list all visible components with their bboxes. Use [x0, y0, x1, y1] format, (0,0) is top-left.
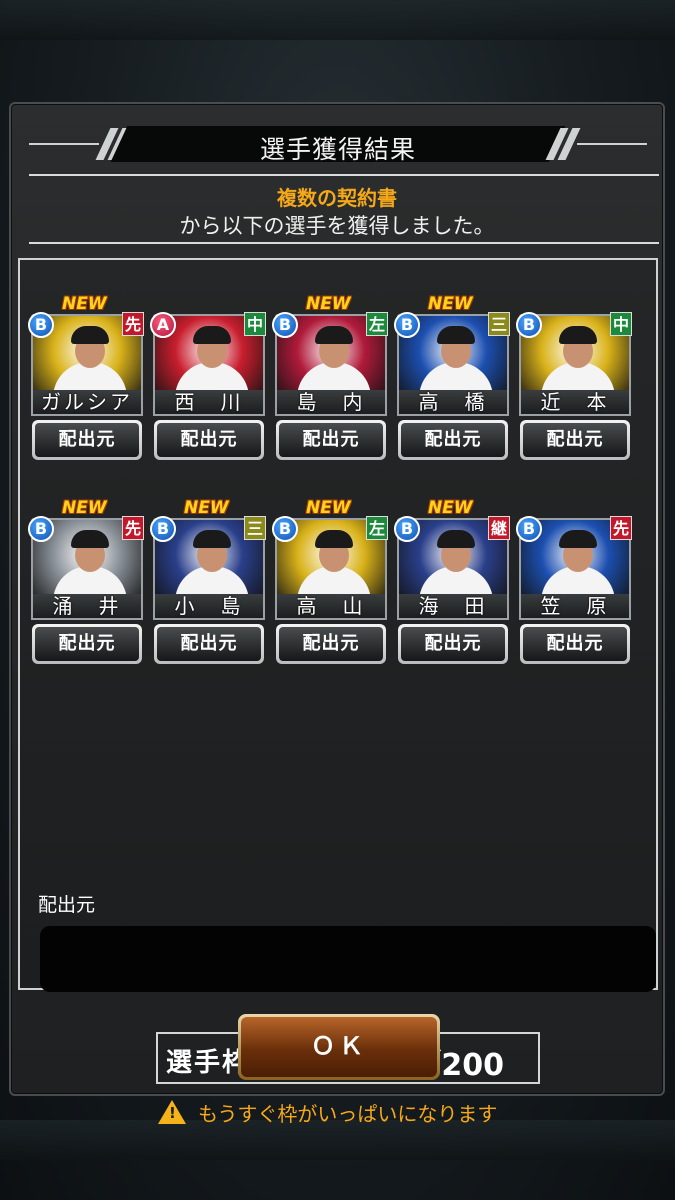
source-button[interactable]: 配出元: [520, 420, 630, 460]
position-badge: 継: [488, 516, 510, 540]
position-badge: 先: [122, 312, 144, 336]
source-button[interactable]: 配出元: [520, 624, 630, 664]
source-info-bar: [40, 926, 656, 992]
source-section-label: 配出元: [38, 894, 96, 916]
divider: [29, 242, 659, 244]
rank-badge: B: [516, 312, 542, 338]
player-figure: [71, 326, 109, 344]
source-button-label: 配出元: [279, 627, 383, 661]
player-name: 涌 井: [31, 594, 143, 620]
rank-badge: A: [150, 312, 176, 338]
result-description: から以下の選手を獲得しました。: [179, 214, 495, 238]
player-card[interactable]: 涌 井 B 先 NEW 配出元: [28, 498, 146, 668]
player-name: 近 本: [519, 390, 631, 416]
rank-badge: B: [28, 516, 54, 542]
roster-warning: ! もうすぐ枠がいっぱいになります: [158, 1098, 578, 1128]
result-dialog: 選手獲得結果 複数の契約書 から以下の選手を獲得しました。 ガルシア B 先 NEW 配…: [9, 102, 665, 1126]
source-button[interactable]: 配出元: [276, 420, 386, 460]
player-figure: [315, 326, 353, 344]
source-button[interactable]: 配出元: [32, 624, 142, 664]
position-badge: 中: [244, 312, 266, 336]
source-name: 複数の契約書: [277, 186, 397, 210]
source-button-label: 配出元: [523, 627, 627, 661]
position-badge: 左: [366, 516, 388, 540]
rank-badge: B: [272, 516, 298, 542]
new-badge: NEW: [306, 498, 351, 518]
source-button[interactable]: 配出元: [154, 420, 264, 460]
source-button-label: 配出元: [401, 627, 505, 661]
player-card[interactable]: 近 本 B 中配出元: [516, 300, 634, 464]
ok-button[interactable]: ＯＫ: [238, 1014, 440, 1080]
player-name: 海 田: [397, 594, 509, 620]
player-name: 西 川: [153, 390, 265, 416]
source-button[interactable]: 配出元: [398, 420, 508, 460]
player-name: 小 島: [153, 594, 265, 620]
source-button-label: 配出元: [157, 423, 261, 457]
source-button-label: 配出元: [401, 423, 505, 457]
position-badge: 三: [244, 516, 266, 540]
new-badge: NEW: [428, 294, 473, 314]
ok-button-label: ＯＫ: [241, 1017, 437, 1077]
rank-badge: B: [272, 312, 298, 338]
position-badge: 先: [122, 516, 144, 540]
source-button[interactable]: 配出元: [32, 420, 142, 460]
player-name: 笠 原: [519, 594, 631, 620]
warning-text: もうすぐ枠がいっぱいになります: [198, 1102, 498, 1126]
position-badge: 中: [610, 312, 632, 336]
new-badge: NEW: [62, 498, 107, 518]
player-figure: [193, 530, 231, 548]
player-figure: [437, 326, 475, 344]
source-button[interactable]: 配出元: [276, 624, 386, 664]
stadium-background-top: [0, 0, 675, 40]
player-figure: [71, 530, 109, 548]
rank-badge: B: [394, 312, 420, 338]
player-figure: [559, 530, 597, 548]
player-figure: [559, 326, 597, 344]
player-name: 高 橋: [397, 390, 509, 416]
player-card[interactable]: 笠 原 B 先配出元: [516, 504, 634, 668]
rank-badge: B: [28, 312, 54, 338]
player-card[interactable]: 海 田 B 継 NEW 配出元: [394, 498, 512, 668]
player-card[interactable]: 西 川 A 中配出元: [150, 300, 268, 464]
source-button[interactable]: 配出元: [154, 624, 264, 664]
player-figure: [193, 326, 231, 344]
dialog-title: 選手獲得結果: [259, 135, 416, 164]
rank-badge: B: [150, 516, 176, 542]
source-button-label: 配出元: [157, 627, 261, 661]
position-badge: 三: [488, 312, 510, 336]
player-figure: [437, 530, 475, 548]
rank-badge: B: [394, 516, 420, 542]
player-card[interactable]: 高 橋 B 三 NEW 配出元: [394, 294, 512, 464]
divider: [29, 174, 659, 176]
warning-triangle-icon: !: [158, 1100, 186, 1124]
player-name: ガルシア: [31, 390, 143, 416]
new-badge: NEW: [306, 294, 351, 314]
new-badge: NEW: [184, 498, 229, 518]
rank-badge: B: [516, 516, 542, 542]
new-badge: NEW: [62, 294, 107, 314]
player-figure: [315, 530, 353, 548]
source-button-label: 配出元: [523, 423, 627, 457]
source-button-label: 配出元: [35, 423, 139, 457]
source-button-label: 配出元: [279, 423, 383, 457]
source-button-label: 配出元: [35, 627, 139, 661]
player-card[interactable]: 高 山 B 左 NEW 配出元: [272, 498, 390, 668]
source-button[interactable]: 配出元: [398, 624, 508, 664]
new-badge: NEW: [428, 498, 473, 518]
player-card[interactable]: 島 内 B 左 NEW 配出元: [272, 294, 390, 464]
position-badge: 先: [610, 516, 632, 540]
player-name: 島 内: [275, 390, 387, 416]
player-card[interactable]: 小 島 B 三 NEW 配出元: [150, 498, 268, 668]
player-list-box: ガルシア B 先 NEW 配出元西 川 A 中配出元島 内 B 左 NEW 配出元高 橋 B 三 NEW 配…: [18, 258, 658, 1126]
title-bar: 選手獲得結果: [29, 124, 647, 164]
player-card[interactable]: ガルシア B 先 NEW 配出元: [28, 294, 146, 464]
position-badge: 左: [366, 312, 388, 336]
player-name: 高 山: [275, 594, 387, 620]
